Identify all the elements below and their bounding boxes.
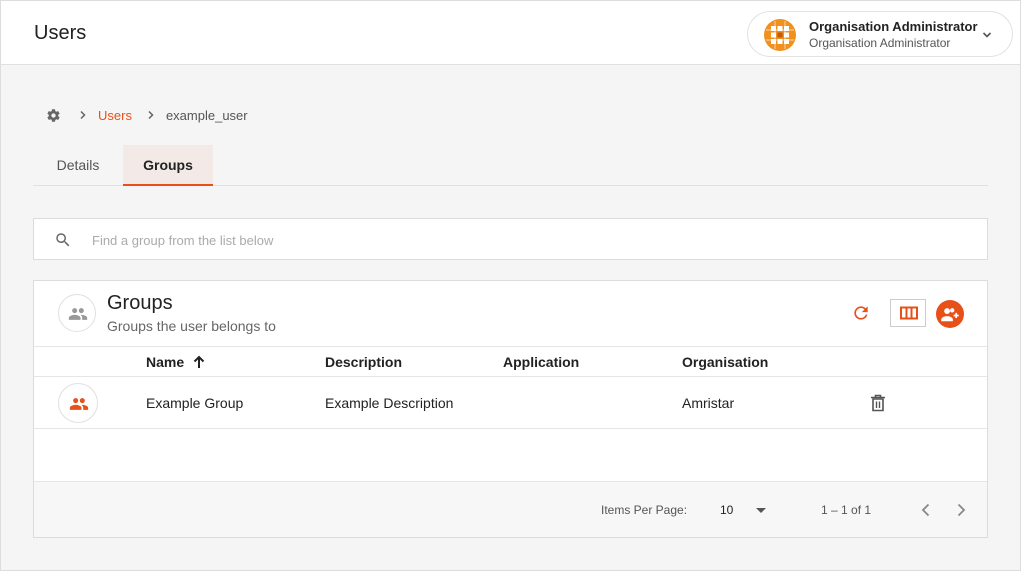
tab-groups[interactable]: Groups (123, 145, 213, 186)
tab-bar: Details Groups (33, 145, 988, 186)
cell-organisation: Amristar (682, 395, 735, 411)
items-per-page-value: 10 (720, 503, 734, 517)
add-group-icon (941, 308, 959, 322)
chevron-down-icon[interactable] (980, 28, 994, 42)
user-menu[interactable]: Organisation Administrator Organisation … (747, 11, 1013, 57)
arrow-up-icon (193, 355, 205, 368)
cell-description: Example Description (325, 395, 454, 411)
gear-icon[interactable] (46, 108, 61, 123)
items-per-page-select[interactable]: 10 (720, 498, 770, 522)
search-input[interactable] (92, 229, 952, 251)
trash-icon[interactable] (870, 394, 886, 412)
chevron-right-icon (80, 110, 86, 120)
dropdown-arrow-icon (756, 508, 766, 513)
breadcrumb: Users example_user (46, 105, 248, 125)
user-name: Organisation Administrator (809, 19, 978, 34)
column-header-name[interactable]: Name (146, 354, 205, 370)
group-icon (69, 398, 89, 410)
groups-card: Groups Groups the user belongs to Name D… (33, 280, 988, 538)
card-subtitle: Groups the user belongs to (107, 318, 276, 334)
pagination-bar: Items Per Page: 10 1 – 1 of 1 (34, 481, 987, 537)
add-group-button[interactable] (936, 300, 964, 328)
top-bar: Users Organisation Administrator Organis… (0, 0, 1021, 65)
search-icon (56, 233, 70, 247)
cell-name: Example Group (146, 395, 244, 411)
column-header-organisation[interactable]: Organisation (682, 354, 768, 370)
view-columns-icon (900, 306, 918, 320)
chevron-right-icon (148, 110, 154, 120)
pagination-range: 1 – 1 of 1 (821, 503, 872, 517)
column-header-description[interactable]: Description (325, 354, 402, 370)
table-header: Name Description Application Organisatio… (34, 346, 987, 377)
row-avatar (58, 383, 98, 423)
breadcrumb-current: example_user (165, 107, 248, 123)
tab-details[interactable]: Details (33, 145, 123, 185)
chevron-left-icon[interactable] (918, 501, 934, 519)
items-per-page-label: Items Per Page: (601, 503, 688, 517)
user-role: Organisation Administrator (809, 36, 951, 50)
page-title: Users (34, 22, 87, 44)
card-title: Groups (107, 292, 173, 314)
table-row[interactable]: Example Group Example Description Amrist… (34, 377, 987, 429)
organisation-logo-icon (764, 19, 796, 51)
refresh-icon[interactable] (851, 303, 871, 323)
columns-button[interactable] (890, 299, 926, 327)
column-header-application[interactable]: Application (503, 354, 579, 370)
chevron-right-icon[interactable] (953, 501, 969, 519)
search-box (33, 218, 988, 260)
breadcrumb-link-users[interactable]: Users (98, 108, 132, 123)
card-avatar (58, 294, 96, 332)
group-icon (68, 308, 88, 320)
